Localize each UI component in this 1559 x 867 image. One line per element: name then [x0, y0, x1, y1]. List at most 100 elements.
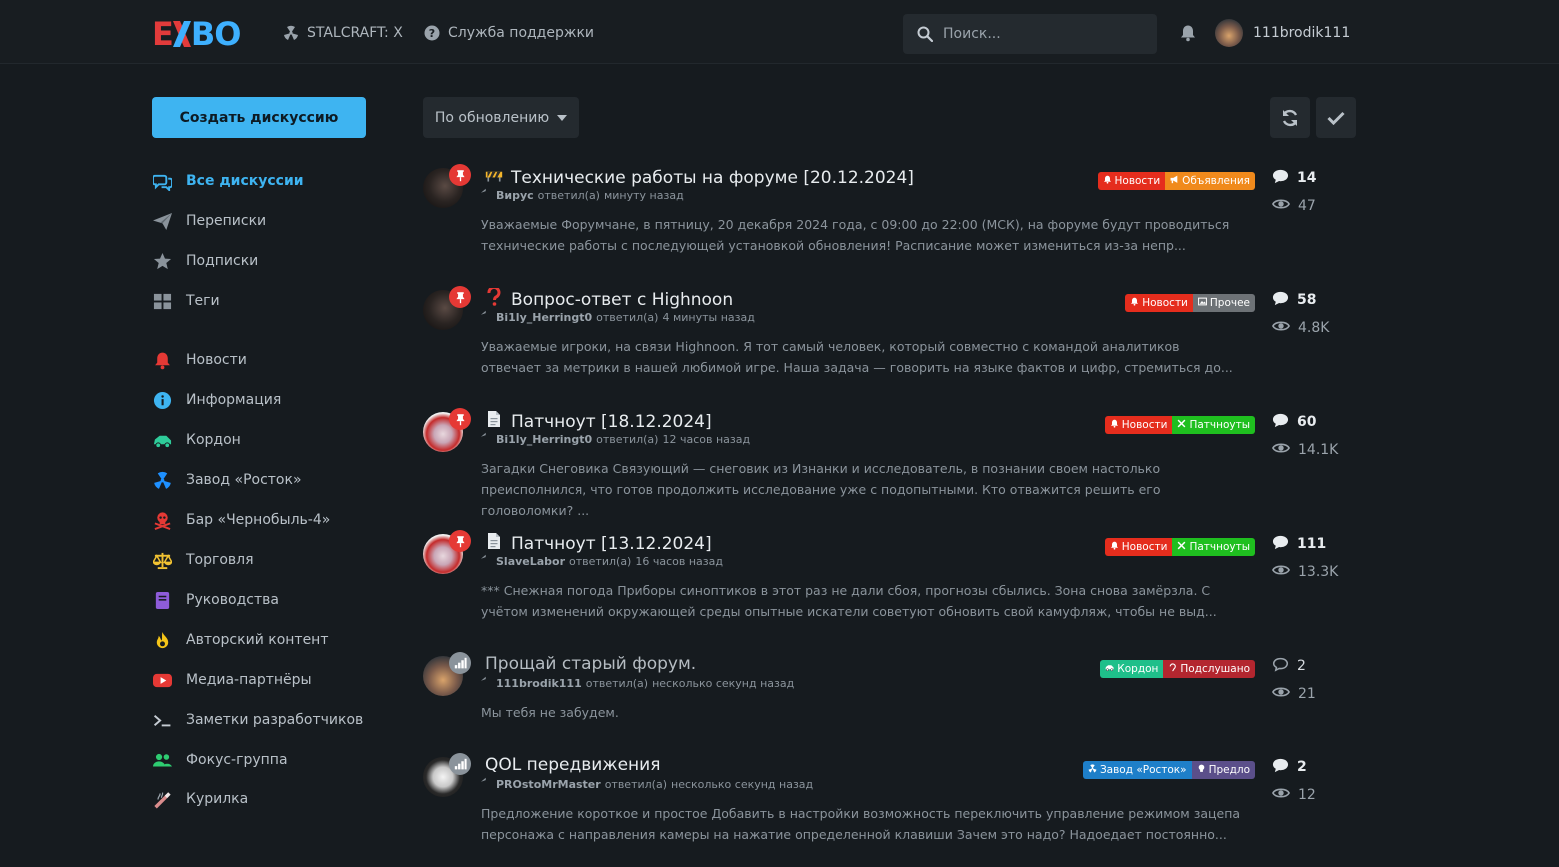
reply-action: ответил(а)	[596, 310, 659, 324]
sidebar-item-2[interactable]: Подписки	[152, 251, 258, 271]
book-icon	[152, 590, 172, 610]
exbo-logo[interactable]: E BO	[152, 15, 241, 53]
sidebar-item-15[interactable]: Курилка	[152, 789, 248, 809]
tag-badge[interactable]: Новости	[1104, 416, 1173, 434]
tag-badge[interactable]: Новости	[1097, 172, 1166, 190]
sidebar-item-9[interactable]: Торговля	[152, 550, 254, 570]
sidebar-item-7[interactable]: Завод «Росток»	[152, 470, 302, 490]
sort-label: По обновлению	[434, 109, 550, 126]
signal-icon	[449, 652, 471, 674]
refresh-button[interactable]	[1270, 97, 1310, 138]
discussion-title[interactable]: Технические работы на форуме [20.12.2024…	[485, 166, 914, 189]
sort-dropdown[interactable]: По обновлению	[423, 97, 579, 138]
discussion-title[interactable]: Вопрос-ответ с Highnoon	[485, 285, 734, 311]
reply-count: 14	[1272, 168, 1316, 188]
sidebar-item-0[interactable]: Все дискуссии	[152, 171, 304, 191]
sidebar-item-10[interactable]: Руководства	[152, 590, 279, 610]
sidebar-item-label: Новости	[186, 352, 247, 368]
header: E BO STALCRAFT: X ? Служба поддержки Пои…	[0, 0, 1559, 64]
discussion-row[interactable]: Патчноут [18.12.2024] Bi1ly_Herringt0 отве…	[423, 408, 1363, 522]
user-menu[interactable]: 111brodik111	[1215, 19, 1350, 47]
create-discussion-button[interactable]: Создать дискуссию	[152, 97, 366, 138]
reply-time: несколько секунд назад	[652, 676, 795, 690]
discussion-row[interactable]: Вопрос-ответ с Highnoon Bi1ly_Herringt0 от…	[423, 285, 1363, 400]
discussion-title-text: Вопрос-ответ с Highnoon	[511, 289, 734, 310]
image-icon	[1197, 297, 1207, 309]
sidebar-item-11[interactable]: Авторский контент	[152, 630, 329, 650]
radiation-icon	[284, 25, 298, 40]
nav-support[interactable]: ? Служба поддержки	[424, 22, 594, 44]
radiation-icon	[1088, 764, 1097, 776]
reply-icon	[481, 310, 492, 324]
tag-badge[interactable]: Патчноуты	[1172, 538, 1255, 556]
tag-label: Патчноуты	[1189, 541, 1250, 553]
last-poster[interactable]: Bi1ly_Herringt0	[496, 433, 592, 446]
user-avatar	[1215, 19, 1243, 47]
discussion-title[interactable]: Патчноут [13.12.2024]	[485, 532, 712, 555]
search-box[interactable]	[903, 14, 1157, 54]
info-icon	[152, 390, 172, 410]
notifications-bell-icon[interactable]	[1179, 24, 1197, 42]
discussion-title-text: Прощай старый форум.	[485, 654, 697, 674]
sidebar-item-label: Все дискуссии	[186, 173, 304, 189]
sidebar-item-8[interactable]: Бар «Чернобыль-4»	[152, 510, 330, 530]
megaphone-icon	[1170, 175, 1179, 187]
tag-badge[interactable]: Прочее	[1192, 294, 1255, 312]
bulb-icon	[1197, 764, 1206, 776]
discussion-row[interactable]: Технические работы на форуме [20.12.2024…	[423, 164, 1363, 278]
reply-time: несколько секунд назад	[671, 777, 814, 791]
tag-badge[interactable]: Патчноуты	[1172, 416, 1255, 434]
tag-badge[interactable]: Предло	[1191, 761, 1255, 779]
discussion-stats: 58 4.8K	[1271, 290, 1329, 338]
sidebar-item-6[interactable]: Кордон	[152, 430, 241, 450]
view-count-value: 47	[1298, 198, 1316, 214]
tag-badge[interactable]: Новости	[1104, 538, 1173, 556]
tag-badge[interactable]: Кордон	[1100, 660, 1164, 678]
sidebar-item-14[interactable]: Фокус-группа	[152, 750, 288, 770]
sidebar-item-label: Торговля	[186, 552, 254, 568]
comment-icon	[1272, 168, 1289, 189]
search-input[interactable]	[943, 26, 1143, 42]
tag-list: Новости Патчноуты	[1104, 538, 1255, 556]
sidebar-item-label: Подписки	[186, 253, 259, 269]
tag-badge[interactable]: Завод «Росток»	[1082, 761, 1192, 779]
tag-label: Завод «Росток»	[1099, 764, 1187, 776]
mark-all-read-button[interactable]	[1316, 97, 1356, 138]
radiation-icon	[152, 470, 172, 490]
discussion-row[interactable]: QOL передвижения PROstoMrMaster ответил(а)…	[423, 753, 1363, 867]
last-poster[interactable]: SlaveLabor	[496, 555, 565, 568]
sidebar-item-3[interactable]: Теги	[152, 291, 220, 311]
bell-icon	[1130, 297, 1139, 309]
sidebar-item-4[interactable]: Новости	[152, 350, 247, 370]
logo-mark-icon	[172, 21, 191, 47]
discussion-row[interactable]: Патчноут [13.12.2024] SlaveLabor ответил(а…	[423, 530, 1363, 644]
last-poster[interactable]: 111brodik111	[496, 677, 582, 690]
nav-stalcraft[interactable]: STALCRAFT: X	[283, 22, 403, 44]
discussion-title[interactable]: Патчноут [18.12.2024]	[485, 410, 712, 433]
last-poster[interactable]: PROstoMrMaster	[496, 778, 601, 791]
check-icon	[1327, 111, 1345, 125]
discussion-title[interactable]: Прощай старый форум.	[485, 654, 696, 674]
last-poster[interactable]: Вирус	[496, 189, 534, 202]
discussion-row[interactable]: Прощай старый форум. 111brodik111 ответил(…	[423, 652, 1363, 766]
tag-label: Новости	[1121, 419, 1168, 431]
sidebar-item-label: Информация	[186, 392, 282, 408]
refresh-icon	[1282, 109, 1298, 126]
paper-plane-icon	[152, 211, 172, 231]
tag-badge[interactable]: Подслушано	[1163, 660, 1255, 678]
tag-badge[interactable]: Новости	[1125, 294, 1193, 312]
view-count: 21	[1271, 684, 1316, 704]
reply-count: 2	[1272, 757, 1316, 777]
discussion-title[interactable]: QOL передвижения	[485, 755, 660, 775]
last-poster[interactable]: Bi1ly_Herringt0	[496, 311, 592, 324]
sidebar-item-label: Авторский контент	[186, 632, 329, 648]
sidebar-item-1[interactable]: Переписки	[152, 211, 266, 231]
eye-icon	[1271, 561, 1291, 583]
sidebar-item-5[interactable]: Информация	[152, 390, 281, 410]
tag-badge[interactable]: Объявления	[1165, 172, 1255, 190]
reply-count-value: 60	[1297, 414, 1317, 430]
discussion-title-text: Патчноут [13.12.2024]	[511, 533, 712, 554]
comment-icon	[1272, 757, 1289, 778]
sidebar-item-13[interactable]: Заметки разработчиков	[152, 710, 363, 730]
sidebar-item-12[interactable]: Медиа-партнёры	[152, 670, 312, 690]
